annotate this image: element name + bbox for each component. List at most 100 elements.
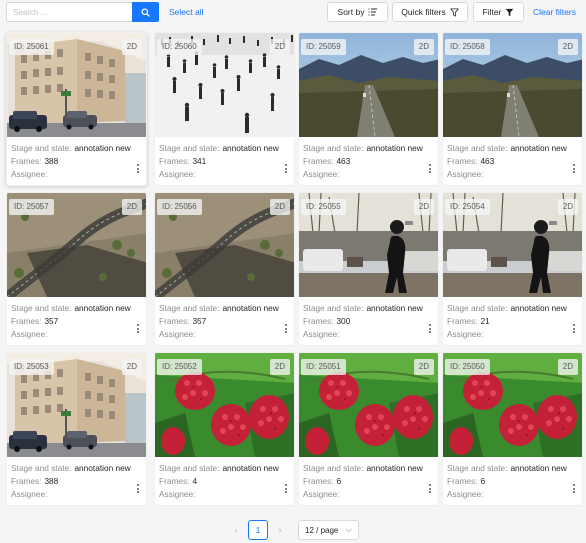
more-vertical-icon[interactable] (427, 484, 433, 494)
select-all-button[interactable]: Select all (169, 7, 204, 17)
stage-sep: : (217, 303, 220, 313)
task-card[interactable]: ID: 25051 2D Stage and state: annotation ne… (298, 352, 439, 506)
dimension-badge: 2D (269, 39, 290, 55)
quick-filters-button[interactable]: Quick filters (392, 2, 468, 22)
assignee-label: Assignee (11, 489, 46, 499)
task-card[interactable]: ID: 25061 2D Stage and state: annotation ne… (6, 32, 147, 186)
stage-value: annotation new (74, 303, 131, 313)
stage-row: Stage and state: annotation new (11, 142, 142, 155)
stage-row: Stage and state: annotation new (159, 142, 290, 155)
task-card[interactable]: ID: 25060 2D Stage and state: annotation ne… (154, 32, 295, 186)
task-meta: Stage and state: annotation new Frames: 6 As… (303, 462, 434, 501)
dimension-badge: 2D (413, 39, 434, 55)
frames-row: Frames: 341 (159, 155, 290, 168)
quick-filters-label: Quick filters (401, 7, 446, 17)
stage-label: Stage and state (159, 463, 218, 473)
frames-label: Frames (303, 156, 332, 166)
assignee-row: Assignee: (11, 168, 142, 181)
frames-sep: : (331, 316, 334, 326)
task-id-badge: ID: 25059 (301, 39, 346, 55)
task-card[interactable]: ID: 25054 2D Stage and state: annotation ne… (442, 192, 583, 346)
task-card[interactable]: ID: 25058 2D Stage and state: annotation ne… (442, 32, 583, 186)
task-meta: Stage and state: annotation new Frames: 388… (11, 462, 142, 501)
assignee-label: Assignee (447, 169, 482, 179)
prev-page-button[interactable]: ‹ (226, 520, 246, 540)
more-vertical-icon[interactable] (427, 164, 433, 174)
assignee-label: Assignee (303, 329, 338, 339)
more-vertical-icon[interactable] (571, 484, 577, 494)
more-vertical-icon[interactable] (135, 324, 141, 334)
task-meta: Stage and state: annotation new Frames: 341… (159, 142, 290, 181)
frames-label: Frames (447, 316, 476, 326)
task-card[interactable]: ID: 25052 2D Stage and state: annotation ne… (154, 352, 295, 506)
frames-value: 463 (480, 156, 495, 166)
task-meta: Stage and state: annotation new Frames: 463… (447, 142, 578, 181)
assignee-sep: : (337, 329, 340, 339)
frames-label: Frames (159, 316, 188, 326)
frames-label: Frames (159, 476, 188, 486)
dimension-badge: 2D (557, 199, 578, 215)
assignee-label: Assignee (303, 169, 338, 179)
assignee-row: Assignee: (159, 328, 290, 341)
more-vertical-icon[interactable] (283, 484, 289, 494)
assignee-label: Assignee (447, 329, 482, 339)
assignee-row: Assignee: (303, 328, 434, 341)
frames-sep: : (475, 476, 478, 486)
task-id-badge: ID: 25050 (445, 359, 490, 375)
stage-value: annotation new (510, 303, 567, 313)
task-id-badge: ID: 25056 (157, 199, 202, 215)
search-input[interactable] (6, 2, 132, 22)
filter-label: Filter (482, 7, 502, 17)
search-icon (141, 7, 150, 17)
more-vertical-icon[interactable] (135, 164, 141, 174)
stage-row: Stage and state: annotation new (447, 142, 578, 155)
stage-label: Stage and state (303, 303, 362, 313)
dimension-badge: 2D (121, 359, 142, 375)
task-meta: Stage and state: annotation new Frames: 21 A… (447, 302, 578, 341)
frames-row: Frames: 357 (11, 315, 142, 328)
sort-list-icon (368, 8, 378, 16)
task-meta: Stage and state: annotation new Frames: 463… (303, 142, 434, 181)
chevron-down-icon (345, 527, 352, 533)
task-card[interactable]: ID: 25053 2D Stage and state: annotation ne… (6, 352, 147, 506)
more-vertical-icon[interactable] (283, 324, 289, 334)
task-card[interactable]: ID: 25055 2D Stage and state: annotation ne… (298, 192, 439, 346)
next-page-button[interactable]: › (270, 520, 290, 540)
more-vertical-icon[interactable] (283, 164, 289, 174)
task-card[interactable]: ID: 25056 2D Stage and state: annotation ne… (154, 192, 295, 346)
task-card[interactable]: ID: 25057 2D Stage and state: annotation ne… (6, 192, 147, 346)
frames-sep: : (331, 476, 334, 486)
task-id-badge: ID: 25053 (9, 359, 54, 375)
frames-sep: : (187, 476, 190, 486)
search-button[interactable] (132, 2, 159, 22)
stage-row: Stage and state: annotation new (159, 302, 290, 315)
chevron-left-icon: ‹ (234, 524, 238, 536)
more-vertical-icon[interactable] (571, 164, 577, 174)
more-vertical-icon[interactable] (135, 484, 141, 494)
stage-sep: : (69, 463, 72, 473)
stage-value: annotation new (510, 463, 567, 473)
more-vertical-icon[interactable] (571, 324, 577, 334)
frames-value: 21 (480, 316, 490, 326)
sort-by-button[interactable]: Sort by (327, 2, 388, 22)
clear-filters-button[interactable]: Clear filters (533, 7, 576, 17)
more-vertical-icon[interactable] (427, 324, 433, 334)
assignee-row: Assignee: (303, 168, 434, 181)
stage-value: annotation new (510, 143, 567, 153)
stage-label: Stage and state (447, 303, 506, 313)
frames-label: Frames (303, 476, 332, 486)
page-1-button[interactable]: 1 (248, 520, 268, 540)
assignee-label: Assignee (11, 329, 46, 339)
task-card[interactable]: ID: 25050 2D Stage and state: annotation ne… (442, 352, 583, 506)
frames-value: 4 (192, 476, 198, 486)
task-card[interactable]: ID: 25059 2D Stage and state: annotation ne… (298, 32, 439, 186)
search-group (6, 2, 159, 22)
filter-button[interactable]: Filter (473, 2, 524, 22)
task-id-badge: ID: 25051 (301, 359, 346, 375)
page-size-select[interactable]: 12 / page (298, 520, 359, 540)
frames-label: Frames (447, 156, 476, 166)
task-id-badge: ID: 25058 (445, 39, 490, 55)
sort-by-label: Sort by (337, 7, 365, 17)
page-size-value: 12 / page (305, 525, 339, 535)
assignee-row: Assignee: (159, 168, 290, 181)
